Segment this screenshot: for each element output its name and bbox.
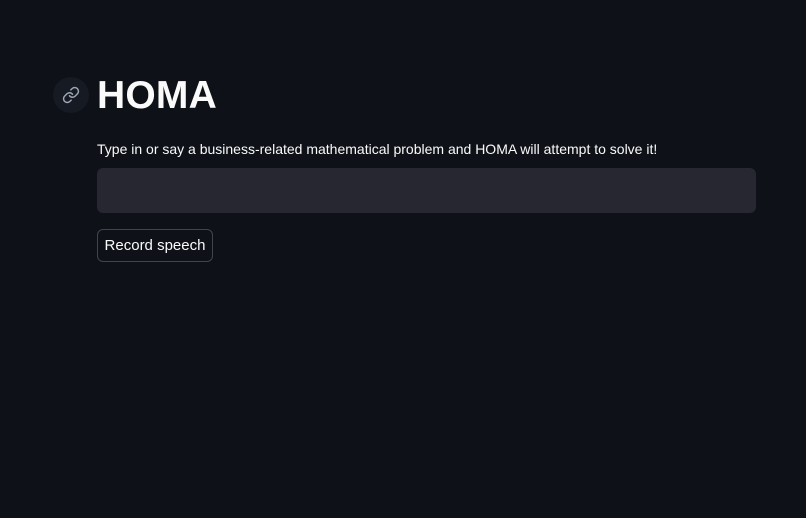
link-icon — [62, 86, 80, 104]
record-speech-button[interactable]: Record speech — [97, 229, 213, 262]
problem-input[interactable] — [97, 168, 756, 213]
header-anchor-link[interactable] — [53, 77, 89, 113]
problem-input-label: Type in or say a business-related mathem… — [97, 141, 658, 157]
page-title: HOMA — [97, 74, 217, 117]
